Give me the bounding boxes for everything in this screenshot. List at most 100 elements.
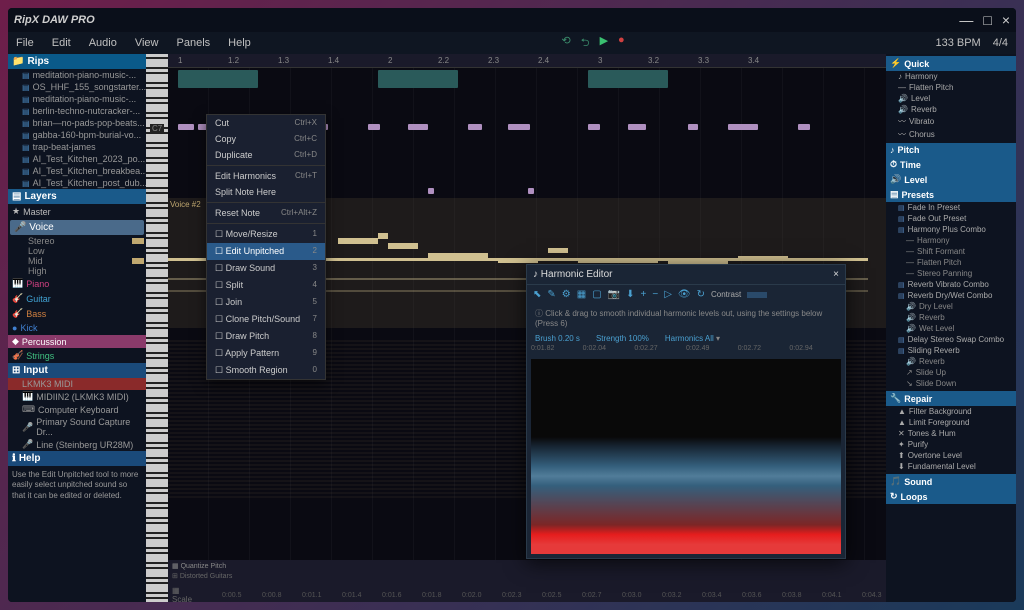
- minus-icon[interactable]: −: [652, 289, 658, 300]
- play-harmonic-icon[interactable]: ▷: [664, 289, 672, 300]
- menu-audio[interactable]: Audio: [89, 37, 117, 49]
- loops-header[interactable]: ↻ Loops: [886, 489, 1016, 504]
- context-edit-unpitched[interactable]: ☐ Edit Unpitched2: [207, 243, 325, 260]
- contrast-slider[interactable]: [747, 292, 767, 298]
- presets-header[interactable]: ▤ Presets: [886, 187, 1016, 202]
- preset-sliding-reverb[interactable]: ▤Sliding Reverb: [886, 345, 1016, 356]
- repair-purify[interactable]: ✦ Purify: [886, 439, 1016, 450]
- layer-strings[interactable]: 🎻 Strings: [8, 348, 146, 363]
- timeline-ruler[interactable]: 1 1.2 1.3 1.4 2 2.2 2.3 2.4 3 3.2 3.3 3.…: [168, 54, 886, 68]
- repair-fundamental[interactable]: ⬇ Fundamental Level: [886, 461, 1016, 472]
- repair-overtone[interactable]: ⬆ Overtone Level: [886, 450, 1016, 461]
- quick-flatten[interactable]: — Flatten Pitch: [886, 82, 1016, 93]
- context-split[interactable]: ☐ Split4: [207, 277, 325, 294]
- rip-item[interactable]: ▤trap-beat-james: [8, 141, 146, 153]
- preset-fade-in[interactable]: ▤Fade In Preset: [886, 202, 1016, 213]
- timesig-display[interactable]: 4/4: [993, 37, 1008, 49]
- input-header[interactable]: ⊞ Input: [8, 363, 146, 378]
- layer-master[interactable]: ★ Master: [8, 204, 146, 219]
- menu-help[interactable]: Help: [228, 37, 251, 49]
- menu-edit[interactable]: Edit: [52, 37, 71, 49]
- preset-sub-flatten[interactable]: — Flatten Pitch: [886, 257, 1016, 268]
- context-move-resize[interactable]: ☐ Move/Resize1: [207, 226, 325, 243]
- midi-note[interactable]: [798, 124, 810, 130]
- midi-note[interactable]: [428, 188, 434, 194]
- context-draw-pitch[interactable]: ☐ Draw Pitch8: [207, 328, 325, 345]
- preset-reverb-drywet[interactable]: ▤Reverb Dry/Wet Combo: [886, 290, 1016, 301]
- preset-sub-dry[interactable]: 🔊 Dry Level: [886, 301, 1016, 312]
- preset-fade-out[interactable]: ▤Fade Out Preset: [886, 213, 1016, 224]
- input-item[interactable]: 🎤 Line (Steinberg UR28M): [8, 438, 146, 451]
- layer-low[interactable]: Low: [8, 246, 146, 256]
- midi-note[interactable]: [408, 124, 428, 130]
- midi-note[interactable]: [508, 124, 530, 130]
- cursor-icon[interactable]: ⬉: [533, 289, 541, 300]
- record-icon[interactable]: ●: [618, 34, 625, 53]
- preset-sub-reverb2[interactable]: 🔊 Reverb: [886, 356, 1016, 367]
- rip-item[interactable]: ▤AI_Test_Kitchen_breakbea...: [8, 165, 146, 177]
- eye-icon[interactable]: 👁: [678, 289, 691, 300]
- maximize-button[interactable]: □: [983, 12, 991, 28]
- rip-item[interactable]: ▤brian—no-pads-pop-beats...: [8, 117, 146, 129]
- preset-sub-slideup[interactable]: ↗ Slide Up: [886, 367, 1016, 378]
- context-cut[interactable]: CutCtrl+X: [207, 115, 325, 131]
- repair-filter-bg[interactable]: ▲ Filter Background: [886, 406, 1016, 417]
- menu-view[interactable]: View: [135, 37, 159, 49]
- time-header[interactable]: ⏱ Time: [886, 157, 1016, 172]
- layer-voice[interactable]: 🎤 Voice: [10, 220, 144, 235]
- select-icon[interactable]: ▢: [592, 289, 601, 300]
- layer-percussion[interactable]: ◆ Percussion: [8, 335, 146, 348]
- rip-item[interactable]: ▤AI_Test_Kitchen_2023_po...: [8, 153, 146, 165]
- quick-reverb[interactable]: 🔊 Reverb: [886, 104, 1016, 115]
- close-button[interactable]: ×: [1002, 12, 1010, 28]
- context-apply-pattern[interactable]: ☐ Apply Pattern9: [207, 345, 325, 362]
- rip-item[interactable]: ▤AI_Test_Kitchen_post_dub...: [8, 177, 146, 189]
- midi-note[interactable]: [688, 124, 698, 130]
- strength-value[interactable]: 100%: [628, 334, 648, 343]
- rip-item[interactable]: ▤meditation-piano-music-...: [8, 93, 146, 105]
- bpm-display[interactable]: 133 BPM: [935, 37, 980, 49]
- preset-reverb-vibrato[interactable]: ▤Reverb Vibrato Combo: [886, 279, 1016, 290]
- layer-stereo[interactable]: Stereo: [8, 236, 146, 246]
- preset-sub-shift[interactable]: — Shift Formant: [886, 246, 1016, 257]
- repair-header[interactable]: 🔧 Repair: [886, 391, 1016, 406]
- midi-note[interactable]: [628, 124, 646, 130]
- help-header[interactable]: ℹ Help: [8, 451, 146, 466]
- scale-label[interactable]: ▦ Scale: [172, 586, 192, 602]
- camera-icon[interactable]: 📷: [608, 289, 620, 300]
- layer-bass[interactable]: 🎸 Bass: [8, 306, 146, 321]
- quick-harmony[interactable]: ♪ Harmony: [886, 71, 1016, 82]
- layers-header[interactable]: ▤ Layers: [8, 189, 146, 204]
- quantize-label[interactable]: ▦ Quantize Pitch: [168, 560, 886, 572]
- quick-vibrato[interactable]: 〰 Vibrato: [886, 115, 1016, 128]
- preset-sub-reverb[interactable]: 🔊 Reverb: [886, 312, 1016, 323]
- distorted-label[interactable]: ⊞ Distorted Guitars: [168, 572, 886, 580]
- context-smooth-region[interactable]: ☐ Smooth Region0: [207, 362, 325, 379]
- harmonics-value[interactable]: All: [705, 334, 714, 343]
- context-split-note[interactable]: Split Note Here: [207, 184, 325, 200]
- pitch-header[interactable]: ♪ Pitch: [886, 143, 1016, 157]
- context-reset-note[interactable]: Reset NoteCtrl+Alt+Z: [207, 205, 325, 221]
- rip-item[interactable]: ▤gabba-160-bpm-burial-vo...: [8, 129, 146, 141]
- input-item[interactable]: ⌨ Computer Keyboard: [8, 403, 146, 416]
- context-copy[interactable]: CopyCtrl+C: [207, 131, 325, 147]
- brush-value[interactable]: 0.20 s: [558, 334, 580, 343]
- quick-chorus[interactable]: 〰 Chorus: [886, 128, 1016, 141]
- preset-sub-harmony[interactable]: — Harmony: [886, 235, 1016, 246]
- context-join[interactable]: ☐ Join5: [207, 294, 325, 311]
- rip-item[interactable]: ▤meditation-piano-music-...: [8, 69, 146, 81]
- harmonic-close-button[interactable]: ×: [833, 269, 839, 280]
- preset-sub-stereo[interactable]: — Stereo Panning: [886, 268, 1016, 279]
- menu-file[interactable]: File: [16, 37, 34, 49]
- clip[interactable]: [378, 70, 458, 88]
- repair-tones-hum[interactable]: ✕ Tones & Hum: [886, 428, 1016, 439]
- harmonic-titlebar[interactable]: ♪ Harmonic Editor ×: [527, 265, 845, 285]
- input-item[interactable]: 🎤 Primary Sound Capture Dr...: [8, 416, 146, 438]
- rewind-icon[interactable]: ⟲: [562, 34, 571, 53]
- repair-limit-fg[interactable]: ▲ Limit Foreground: [886, 417, 1016, 428]
- rip-item[interactable]: ▤berlin-techno-nutcracker-...: [8, 105, 146, 117]
- context-duplicate[interactable]: DuplicateCtrl+D: [207, 147, 325, 163]
- midi-note[interactable]: [588, 124, 600, 130]
- context-draw-sound[interactable]: ☐ Draw Sound3: [207, 260, 325, 277]
- loop-icon[interactable]: ⮌: [581, 34, 590, 53]
